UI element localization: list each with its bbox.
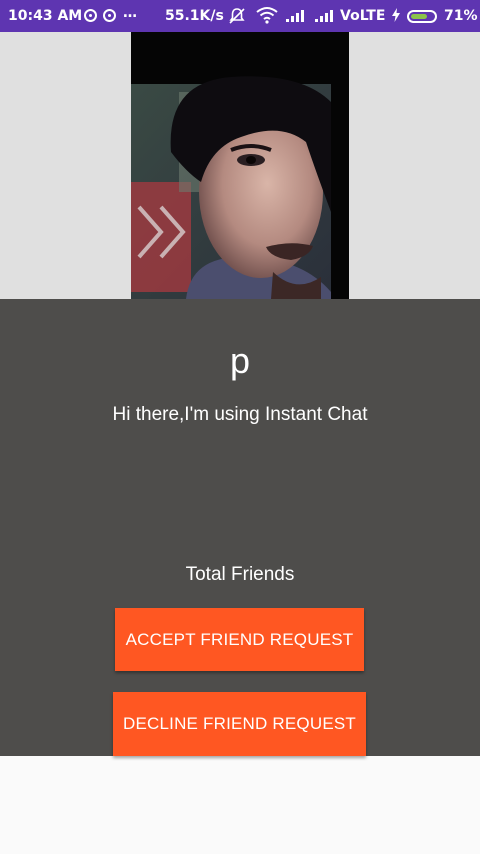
battery-level xyxy=(411,14,427,19)
profile-photo[interactable] xyxy=(131,32,349,299)
signal-icon xyxy=(315,10,333,22)
charging-icon xyxy=(392,8,400,26)
wifi-icon xyxy=(256,6,278,28)
more-notifications-icon: … xyxy=(123,5,137,21)
whatsapp-icon xyxy=(84,9,97,22)
accept-friend-request-button[interactable]: ACCEPT FRIEND REQUEST xyxy=(115,608,364,671)
total-friends-label: Total Friends xyxy=(185,564,295,585)
profile-name: p xyxy=(229,340,251,381)
status-bar: 10:43 AM … 55.1K/s VoLTE 71% xyxy=(0,0,480,32)
profile-photo-area xyxy=(0,32,480,299)
signal-icon xyxy=(286,10,304,22)
network-type: VoLTE xyxy=(340,8,386,24)
status-time: 10:43 AM xyxy=(8,8,83,24)
profile-status: Hi there,I'm using Instant Chat xyxy=(112,404,368,425)
battery-percent: 71% xyxy=(444,8,478,24)
battery-icon xyxy=(407,10,437,23)
mute-icon xyxy=(227,6,247,30)
decline-friend-request-button[interactable]: DECLINE FRIEND REQUEST xyxy=(113,692,366,756)
network-speed: 55.1K/s xyxy=(165,8,224,24)
whatsapp-icon xyxy=(103,9,116,22)
profile-panel: p Hi there,I'm using Instant Chat Total … xyxy=(0,299,480,756)
